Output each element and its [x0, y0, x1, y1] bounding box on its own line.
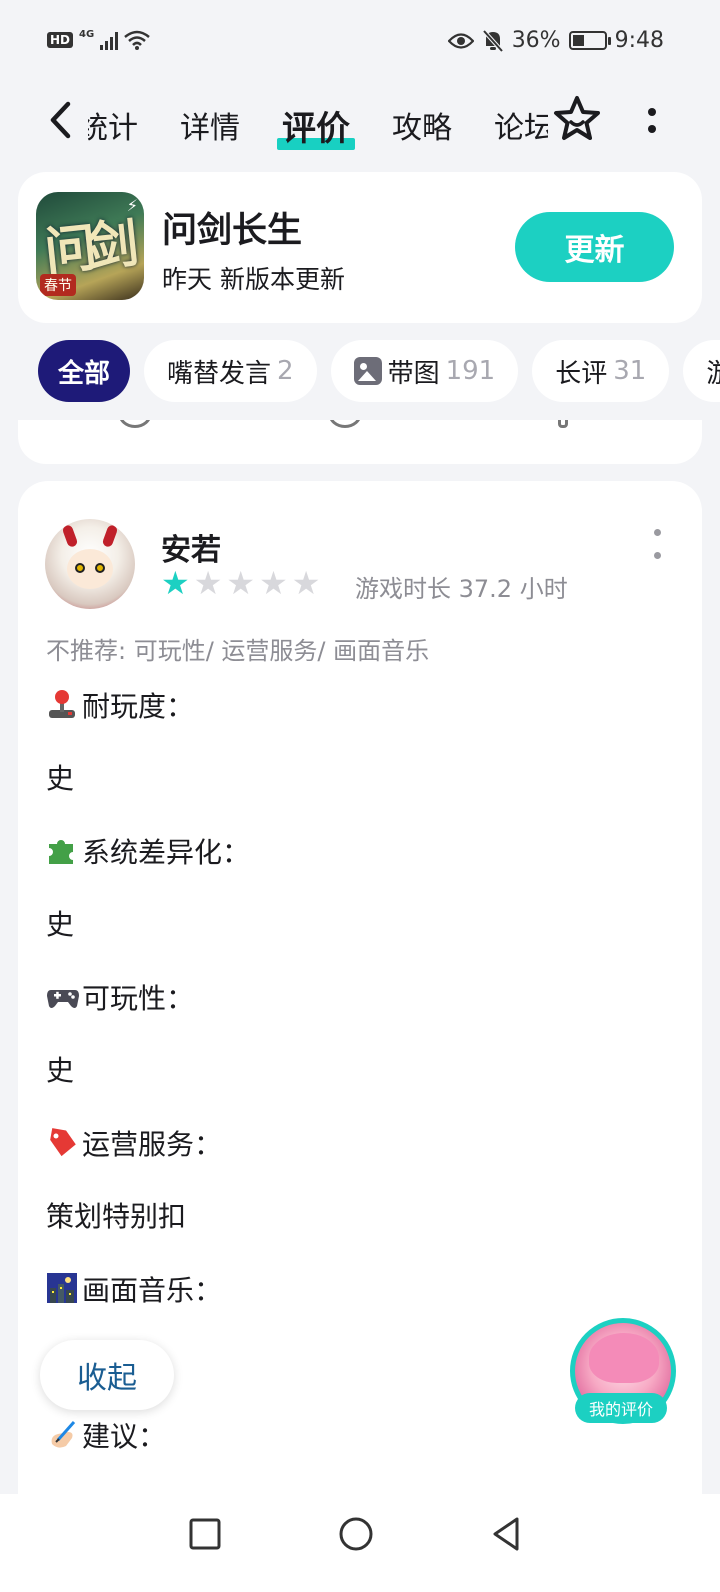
review-line: 史 [46, 908, 75, 941]
puzzle-icon [46, 834, 78, 864]
status-left: HD 4G [47, 28, 150, 50]
app-name: 问剑长生 [162, 211, 303, 251]
filter-label: 带图 [387, 358, 440, 389]
joystick-icon [46, 688, 78, 718]
update-button[interactable]: 更新 [515, 212, 674, 282]
app-update-info: 昨天 新版本更新 [162, 265, 345, 294]
share-icon [558, 420, 568, 428]
chevron-left-icon [50, 101, 71, 139]
gamepad-icon [46, 980, 79, 1010]
rating-stars: ★ ★ ★ ★ ★ [161, 567, 320, 599]
battery-percent: 36% [511, 28, 561, 53]
star-filled-icon: ★ [161, 564, 190, 602]
filter-label: 全部 [58, 358, 111, 389]
recents-icon[interactable] [185, 1514, 225, 1554]
collapse-button[interactable]: 收起 [40, 1340, 174, 1410]
tab-bar: 统计 详情 评价 3224 攻略 论坛 [88, 90, 548, 160]
more-menu-button[interactable] [640, 100, 664, 140]
review-line: 系统差异化： [46, 831, 250, 871]
filter-count: 2 [277, 356, 294, 386]
wifi-icon [124, 30, 150, 50]
battery-icon [568, 31, 611, 50]
filter-label: 长评 [555, 358, 608, 389]
clock: 9:48 [614, 28, 664, 53]
app-icon-title: 问剑 [41, 213, 132, 284]
review-line: 可玩性： [46, 977, 194, 1017]
star-empty-icon: ★ [193, 564, 223, 602]
header: 统计 详情 评价 3224 攻略 论坛 [0, 80, 720, 170]
more-dot-icon [653, 529, 661, 536]
filter-more[interactable]: 游 [683, 340, 720, 402]
review-line-text: 运营服务： [82, 1128, 223, 1161]
status-right: 36% 9:48 [447, 28, 664, 53]
filter-with-image[interactable]: 带图 191 [330, 340, 519, 402]
review-line-text: 耐玩度： [82, 690, 195, 723]
night-city-icon [46, 1272, 78, 1303]
review-filter-bar: 全部 嘴替发言 2 带图 191 长评 31 游 [38, 340, 720, 404]
star-empty-icon: ★ [259, 564, 288, 602]
filter-quote[interactable]: 嘴替发言 2 [144, 340, 317, 402]
review-line: 建议： [46, 1415, 166, 1455]
image-icon [353, 357, 382, 385]
previous-review-card [18, 420, 702, 464]
review-line: 策划特别扣 [46, 1200, 187, 1233]
review-line: 画面音乐： [46, 1269, 222, 1309]
tab-guides[interactable]: 攻略 [392, 103, 452, 147]
not-recommend-tags: 不推荐: 可玩性/ 运营服务/ 画面音乐 [46, 637, 430, 665]
my-review-button[interactable]: 我的评价 [575, 1393, 667, 1423]
network-type: 4G [79, 28, 95, 40]
like-icon [328, 420, 362, 428]
tab-forum[interactable]: 论坛 [494, 103, 548, 147]
review-line: 史 [46, 1054, 75, 1087]
back-button[interactable] [40, 98, 80, 142]
filter-count: 191 [445, 356, 496, 386]
eye-icon [447, 32, 474, 49]
system-nav-bar [0, 1494, 720, 1592]
filter-long-review[interactable]: 长评 31 [532, 340, 670, 402]
review-line: 运营服务： [46, 1123, 222, 1163]
tab-details[interactable]: 详情 [180, 103, 240, 147]
app-icon: 问剑 ⚡ 春节 [36, 192, 144, 300]
star-face-icon [554, 96, 600, 140]
username[interactable]: 安若 [161, 525, 221, 569]
back-nav-icon[interactable] [487, 1514, 527, 1554]
home-icon[interactable] [336, 1514, 376, 1554]
star-empty-icon: ★ [291, 564, 321, 602]
review-card: 安若 ★ ★ ★ ★ ★ 游戏时长 37.2 小时 不推荐: 可玩性/ 运营服务/ 画面… [18, 481, 702, 1592]
status-bar: HD 4G 36% 9:48 [0, 0, 720, 90]
playtime: 游戏时长 37.2 小时 [355, 575, 568, 603]
app-icon-badge: 春节 [40, 274, 76, 296]
bolt-icon: ⚡ [126, 196, 138, 215]
filter-label: 游 [706, 358, 720, 389]
hd-icon: HD [47, 32, 74, 48]
filter-count: 31 [613, 356, 647, 386]
signal-icon [100, 30, 119, 50]
review-line-text: 画面音乐： [82, 1274, 223, 1307]
tab-reviews-label: 评价 [282, 108, 350, 149]
review-line: 史 [46, 762, 75, 795]
tag-icon [46, 1126, 78, 1157]
tab-reviews[interactable]: 评价 3224 [277, 101, 355, 150]
review-line-text: 可玩性： [82, 982, 195, 1015]
more-dot-icon [648, 124, 656, 133]
favorite-button[interactable] [552, 94, 602, 144]
filter-label: 嘴替发言 [167, 358, 272, 389]
review-line-text: 建议： [82, 1420, 167, 1453]
filter-all[interactable]: 全部 [38, 340, 131, 402]
more-dot-icon [648, 107, 656, 116]
review-line: 耐玩度： [46, 685, 194, 725]
avatar[interactable] [45, 519, 135, 609]
review-more-button[interactable] [652, 529, 662, 559]
app-card[interactable]: 问剑 ⚡ 春节 问剑长生 昨天 新版本更新 更新 [18, 172, 702, 323]
reply-icon [118, 420, 152, 428]
review-line-text: 系统差异化： [82, 836, 251, 869]
writing-hand-icon [46, 1418, 78, 1448]
star-empty-icon: ★ [226, 564, 256, 602]
more-dot-icon [653, 552, 661, 559]
tab-stats[interactable]: 统计 [88, 103, 138, 147]
mute-bell-icon [482, 29, 504, 52]
